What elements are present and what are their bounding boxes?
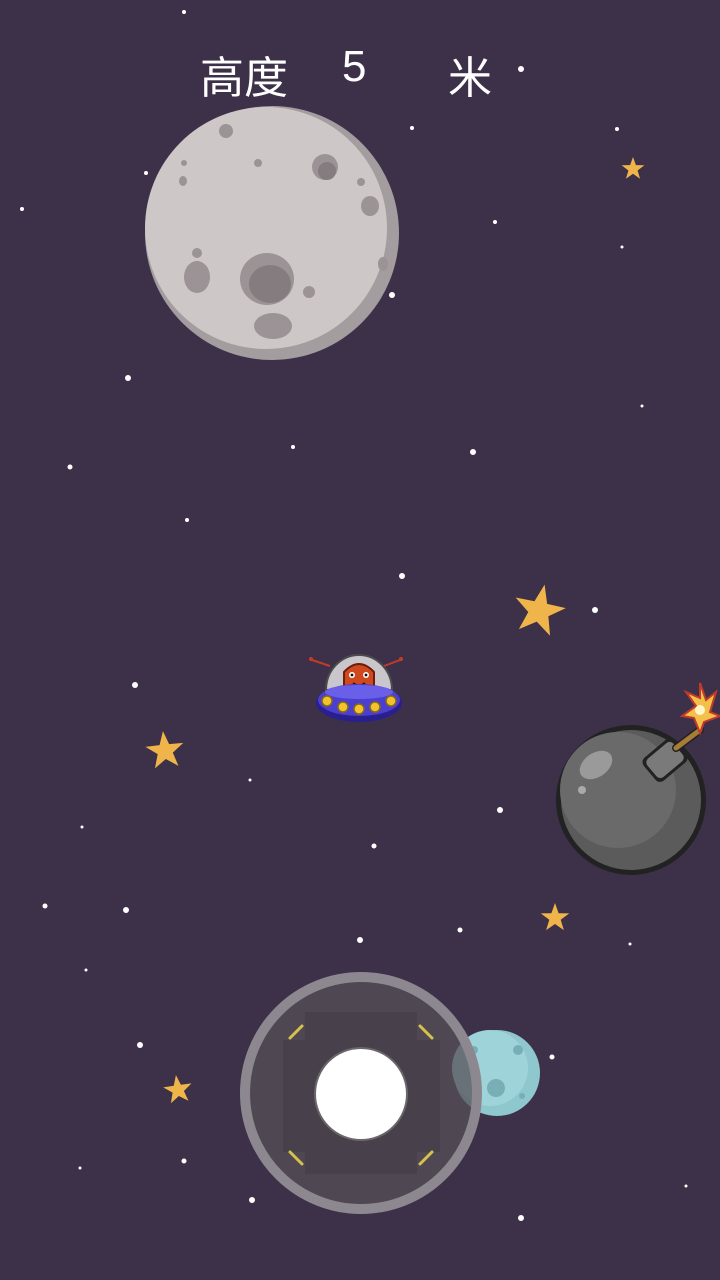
altitude-value: 5 xyxy=(342,42,367,91)
fuse-spark-icon xyxy=(679,682,720,736)
star-collectible xyxy=(163,1075,192,1104)
altitude-unit: 米 xyxy=(448,53,492,104)
star-collectible xyxy=(621,157,645,179)
star-collectible xyxy=(540,903,570,931)
star-collectible xyxy=(515,584,566,636)
star-collectible xyxy=(145,731,184,769)
altitude-hud: 高度 5 米 xyxy=(0,42,720,104)
moon-planet xyxy=(145,106,399,360)
ufo-alien-player xyxy=(309,654,403,722)
bomb-hazard xyxy=(556,682,720,875)
game-scene xyxy=(20,10,720,1221)
virtual-joystick[interactable] xyxy=(240,972,482,1214)
joystick-knob[interactable] xyxy=(314,1047,408,1141)
altitude-label: 高度 xyxy=(200,53,288,104)
